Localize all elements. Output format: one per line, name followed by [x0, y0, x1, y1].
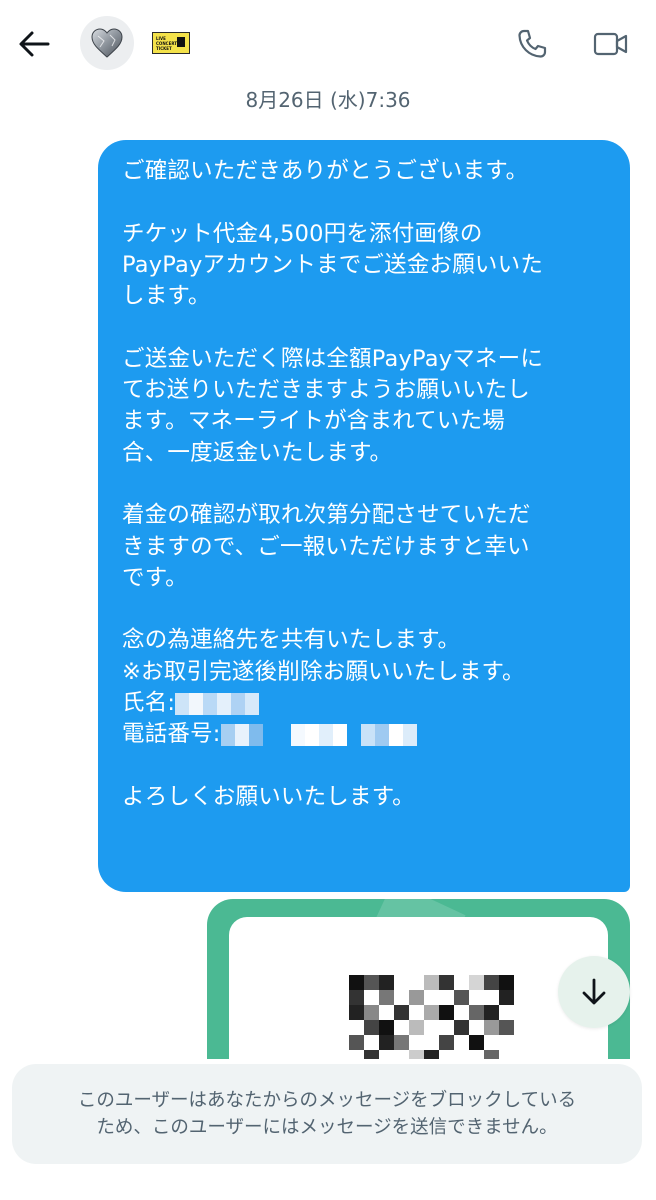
blocked-notice-line2: ため、このユーザーにはメッセージを送信できません。 — [96, 1117, 558, 1138]
message-line: 念の為連絡先を共有いたします。 — [122, 627, 461, 654]
phone-row: 電話番号: — [122, 719, 608, 750]
message-line: ご送金いただく際は全額PayPayマネーに — [122, 345, 544, 372]
redacted-name — [175, 692, 267, 715]
blocked-notice: このユーザーはあなたからのメッセージをブロックしている ため、このユーザーにはメ… — [12, 1064, 642, 1164]
blocked-notice-line1: このユーザーはあなたからのメッセージをブロックしている — [77, 1090, 577, 1111]
name-row: 氏名: — [122, 688, 608, 719]
call-button[interactable] — [512, 24, 552, 64]
phone-icon — [518, 29, 547, 58]
arrow-left-icon — [19, 31, 50, 57]
arrow-down-icon — [582, 978, 606, 1005]
qr-code-icon — [349, 975, 514, 1059]
image-content — [229, 917, 608, 1059]
redacted-phone — [220, 723, 417, 746]
video-call-button[interactable] — [590, 24, 632, 64]
message-timestamp: 8月26日 (水)7:36 — [245, 88, 411, 112]
badge-icon — [177, 37, 185, 47]
message-bubble[interactable]: ご確認いただきありがとうございます。 チケット代金4,500円を添付画像の Pa… — [98, 140, 630, 892]
heart-icon — [91, 28, 123, 58]
message-line: チケット代金4,500円を添付画像の — [122, 220, 483, 247]
message-line: ご確認いただきありがとうございます。 — [122, 158, 529, 184]
scroll-to-bottom-button[interactable] — [558, 956, 630, 1028]
avatar[interactable] — [80, 16, 134, 70]
message-line: ます。マネーライトが含まれていた場 — [122, 408, 505, 435]
bottom-area — [0, 1166, 656, 1200]
conversation-header: LIVE CONCERT TICKET — [0, 0, 656, 86]
message-line: てお送りいただきますようお願いいたし — [122, 377, 530, 404]
message-line: よろしくお願いいたします。 — [122, 783, 415, 810]
badge-line3: TICKET — [156, 46, 172, 51]
message-line: 着金の確認が取れ次第分配させていただ — [122, 502, 531, 529]
message-line: 合、一度返金いたします。 — [122, 439, 393, 466]
back-button[interactable] — [14, 24, 54, 64]
phone-label: 電話番号: — [122, 721, 221, 748]
ticket-badge: LIVE CONCERT TICKET — [152, 32, 190, 54]
video-camera-icon — [593, 32, 628, 56]
message-line: です。 — [122, 564, 188, 591]
name-label: 氏名: — [122, 690, 176, 717]
message-line: します。 — [122, 283, 211, 310]
message-line: きますので、ご一報いただけますと幸い — [122, 533, 530, 560]
message-line: PayPayアカウントまでご送金お願いいた — [122, 251, 544, 278]
message-line: ※お取引完遂後削除お願いいたします。 — [122, 658, 525, 685]
